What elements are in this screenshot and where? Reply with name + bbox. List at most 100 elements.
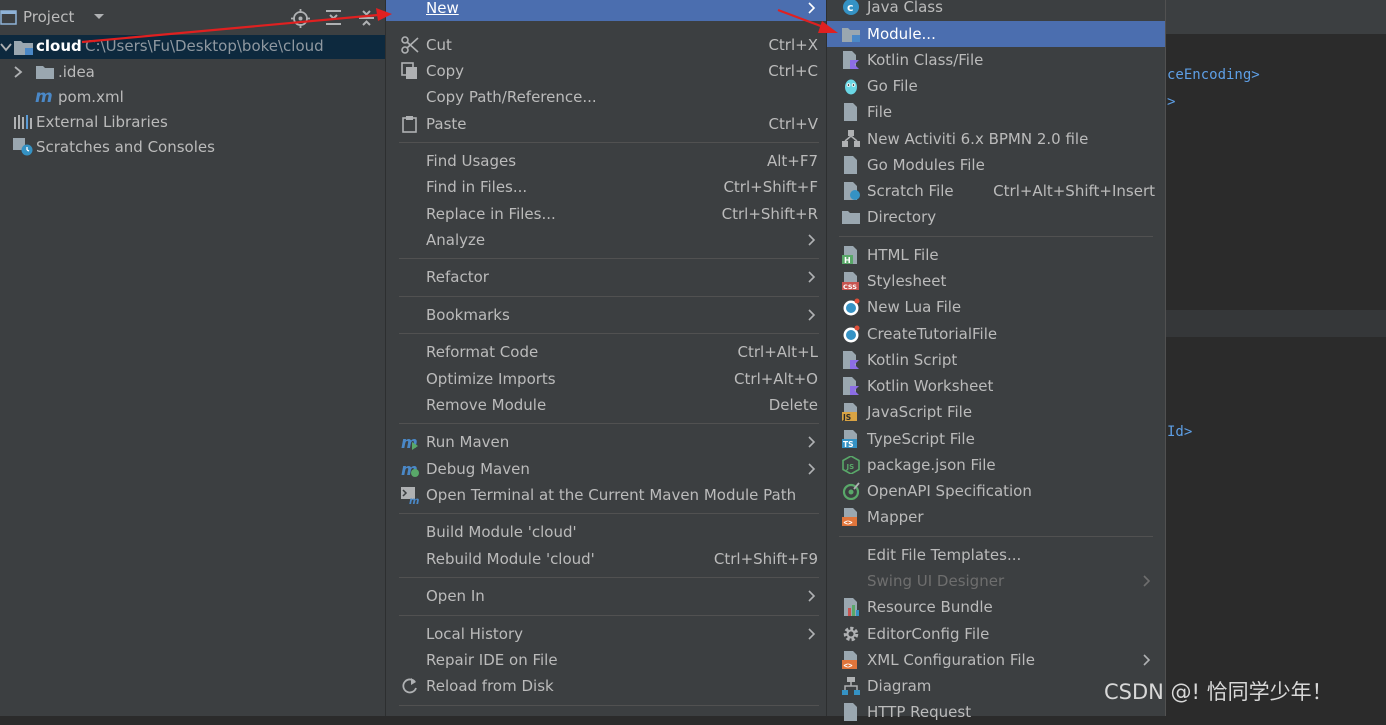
submenu-item-javascript[interactable]: JS JavaScript File xyxy=(827,399,1165,425)
menu-item-new[interactable]: New xyxy=(386,0,826,21)
submenu-item-openapi[interactable]: OpenAPI Specification xyxy=(827,478,1165,504)
tree-root-path: C:\Users\Fu\Desktop\boke\cloud xyxy=(85,37,324,55)
submenu-item-module[interactable]: Module... xyxy=(827,21,1165,47)
submenu-item-html-file-label: HTML File xyxy=(867,246,939,264)
submenu-item-edit-templates[interactable]: Edit File Templates... xyxy=(827,542,1165,568)
menu-item-remove-module-label: Remove Module xyxy=(426,396,547,414)
project-view-icon[interactable] xyxy=(0,10,17,25)
chevron-right-icon xyxy=(808,590,816,602)
menu-item-refactor[interactable]: Refactor xyxy=(386,264,826,290)
submenu-item-typescript[interactable]: TS TypeScript File xyxy=(827,426,1165,452)
submenu-item-scratch-file-label: Scratch File xyxy=(867,182,954,200)
submenu-item-activiti[interactable]: New Activiti 6.x BPMN 2.0 file xyxy=(827,126,1165,152)
scissors-icon xyxy=(401,36,419,54)
submenu-item-package-json[interactable]: JS package.json File xyxy=(827,452,1165,478)
submenu-item-kotlin-script[interactable]: Kotlin Script xyxy=(827,347,1165,373)
menu-item-bookmarks[interactable]: Bookmarks xyxy=(386,302,826,328)
tree-scratches-label: Scratches and Consoles xyxy=(36,138,215,156)
submenu-item-xml-config-label: XML Configuration File xyxy=(867,651,1035,669)
menu-item-rebuild-module[interactable]: Rebuild Module 'cloud' Ctrl+Shift+F9 xyxy=(386,546,826,572)
svg-text:TS: TS xyxy=(843,440,854,448)
tree-row-idea[interactable]: .idea xyxy=(0,60,385,84)
chevron-right-icon[interactable] xyxy=(14,66,23,78)
editor-area[interactable] xyxy=(1165,0,1386,716)
menu-item-copy[interactable]: Copy Ctrl+C xyxy=(386,58,826,84)
submenu-item-java-class-label: Java Class xyxy=(867,0,943,16)
submenu-item-lua-file[interactable]: New Lua File xyxy=(827,294,1165,320)
tree-row-pom[interactable]: m pom.xml xyxy=(0,85,385,109)
tree-row-external-libraries[interactable]: External Libraries xyxy=(0,110,385,134)
submenu-item-java-class[interactable]: c Java Class xyxy=(827,0,1165,20)
xml-file-icon: <> xyxy=(842,651,857,669)
submenu-item-editorconfig[interactable]: EditorConfig File xyxy=(827,621,1165,647)
submenu-item-tutorial[interactable]: CreateTutorialFile xyxy=(827,321,1165,347)
submenu-item-mapper[interactable]: <> Mapper xyxy=(827,504,1165,530)
svg-text:c: c xyxy=(847,1,854,14)
menu-item-find-usages[interactable]: Find Usages Alt+F7 xyxy=(386,148,826,174)
submenu-item-directory[interactable]: Directory xyxy=(827,204,1165,230)
menu-item-reformat-code[interactable]: Reformat Code Ctrl+Alt+L xyxy=(386,339,826,365)
locate-icon[interactable] xyxy=(291,9,310,28)
submenu-item-resource-bundle[interactable]: Resource Bundle xyxy=(827,594,1165,620)
chevron-down-icon[interactable] xyxy=(93,13,105,21)
menu-item-reload-disk-label: Reload from Disk xyxy=(426,677,554,695)
menu-item-find-in-files-label: Find in Files... xyxy=(426,178,528,196)
menu-item-cut[interactable]: Cut Ctrl+X xyxy=(386,32,826,58)
collapse-all-icon[interactable] xyxy=(358,9,375,26)
submenu-item-file[interactable]: File xyxy=(827,99,1165,125)
project-title[interactable]: Project xyxy=(23,8,74,26)
menu-separator xyxy=(839,236,1153,237)
menu-item-replace-in-files[interactable]: Replace in Files... Ctrl+Shift+R xyxy=(386,201,826,227)
menu-item-cut-label: Cut xyxy=(426,36,452,54)
file-icon xyxy=(844,156,857,174)
menu-item-debug-maven-label: Debug Maven xyxy=(426,460,530,478)
menu-item-repair-ide[interactable]: Repair IDE on File xyxy=(386,647,826,673)
menu-item-run-maven[interactable]: m Run Maven xyxy=(386,429,826,455)
menu-item-optimize-imports[interactable]: Optimize Imports Ctrl+Alt+O xyxy=(386,366,826,392)
submenu-item-go-file[interactable]: Go File xyxy=(827,73,1165,99)
submenu-item-xml-config[interactable]: <> XML Configuration File xyxy=(827,647,1165,673)
svg-text:m: m xyxy=(401,433,418,451)
menu-item-analyze[interactable]: Analyze xyxy=(386,227,826,253)
chevron-right-icon xyxy=(1143,654,1151,666)
menu-item-run-maven-label: Run Maven xyxy=(426,433,510,451)
paste-icon xyxy=(402,116,417,133)
menu-item-replace-in-files-label: Replace in Files... xyxy=(426,205,556,223)
menu-item-debug-maven[interactable]: m Debug Maven xyxy=(386,456,826,482)
menu-separator xyxy=(399,513,819,514)
submenu-item-stylesheet[interactable]: CSS Stylesheet xyxy=(827,268,1165,294)
menu-item-open-terminal[interactable]: m Open Terminal at the Current Maven Mod… xyxy=(386,482,826,508)
expand-all-icon[interactable] xyxy=(325,9,342,26)
submenu-item-go-modules[interactable]: Go Modules File xyxy=(827,152,1165,178)
menu-item-analyze-label: Analyze xyxy=(426,231,486,249)
tree-external-libraries-label: External Libraries xyxy=(36,113,168,131)
kotlin-file-icon xyxy=(843,51,859,69)
scratches-icon xyxy=(13,138,33,156)
menu-separator xyxy=(839,536,1153,537)
submenu-item-package-json-label: package.json File xyxy=(867,456,996,474)
submenu-item-kotlin-worksheet[interactable]: Kotlin Worksheet xyxy=(827,373,1165,399)
submenu-item-swing-designer[interactable]: Swing UI Designer xyxy=(827,568,1165,594)
submenu-item-file-label: File xyxy=(867,103,893,121)
submenu-item-html-file[interactable]: H HTML File xyxy=(827,242,1165,268)
menu-separator xyxy=(399,615,819,616)
menu-item-build-module[interactable]: Build Module 'cloud' xyxy=(386,519,826,545)
submenu-item-kotlin-script-label: Kotlin Script xyxy=(867,351,958,369)
menu-item-copy-path[interactable]: Copy Path/Reference... xyxy=(386,84,826,110)
menu-item-paste-shortcut: Ctrl+V xyxy=(768,115,818,133)
menu-item-remove-module[interactable]: Remove Module Delete xyxy=(386,392,826,418)
submenu-item-directory-label: Directory xyxy=(867,208,937,226)
chevron-down-icon[interactable] xyxy=(0,43,12,53)
svg-text:JS: JS xyxy=(846,463,855,471)
menu-item-open-in[interactable]: Open In xyxy=(386,583,826,609)
submenu-item-scratch-file[interactable]: Scratch File Ctrl+Alt+Shift+Insert xyxy=(827,178,1165,204)
menu-item-reload-disk[interactable]: Reload from Disk xyxy=(386,673,826,699)
tree-row-cloud[interactable]: cloud C:\Users\Fu\Desktop\boke\cloud xyxy=(0,35,385,59)
menu-item-local-history[interactable]: Local History xyxy=(386,621,826,647)
menu-item-paste[interactable]: Paste Ctrl+V xyxy=(386,111,826,137)
menu-item-copy-path-label: Copy Path/Reference... xyxy=(426,88,597,106)
tree-row-scratches[interactable]: Scratches and Consoles xyxy=(0,135,385,159)
submenu-item-kotlin-class[interactable]: Kotlin Class/File xyxy=(827,47,1165,73)
menu-item-open-terminal-label: Open Terminal at the Current Maven Modul… xyxy=(426,486,797,504)
menu-item-find-in-files[interactable]: Find in Files... Ctrl+Shift+F xyxy=(386,174,826,200)
